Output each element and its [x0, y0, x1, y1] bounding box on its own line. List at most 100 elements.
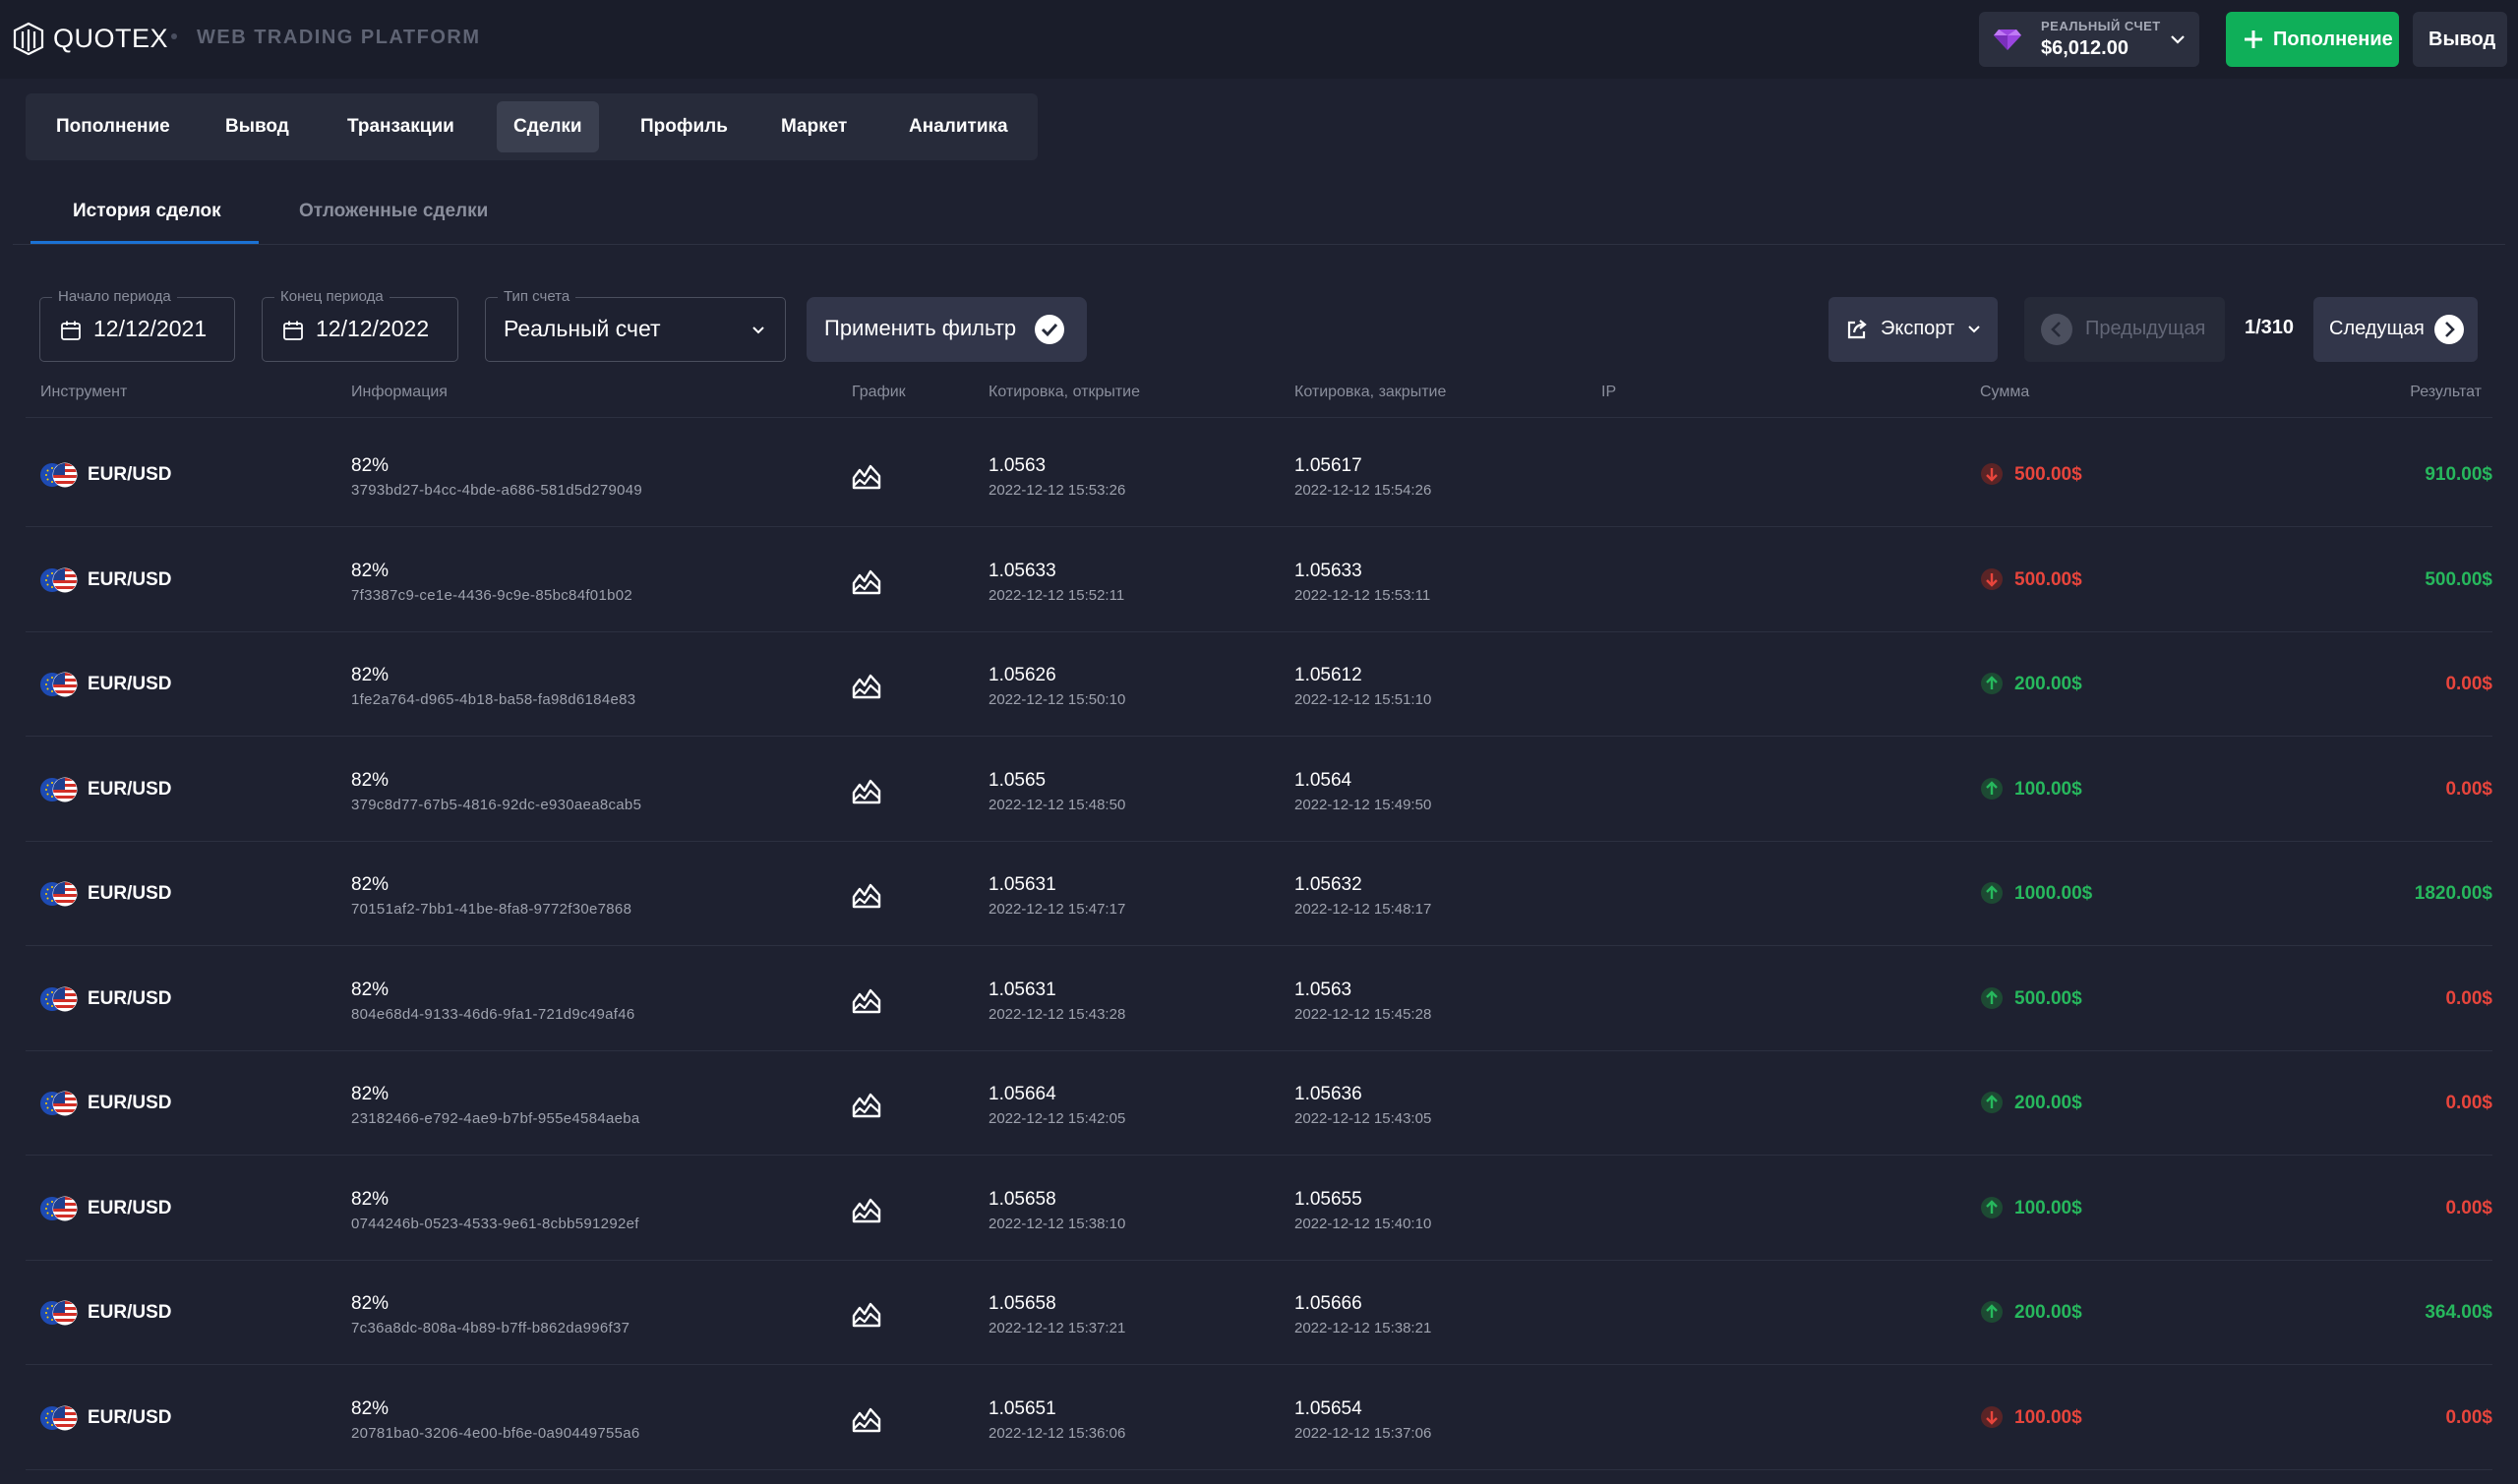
table-row[interactable]: EUR/USD 82% 7f3387c9-ce1e-4436-9c9e-85bc…	[26, 528, 2492, 632]
nav-item-transactions[interactable]: Транзакции	[330, 101, 471, 152]
eur-usd-flag-icon	[40, 881, 78, 907]
trade-result: 0.00$	[2445, 1197, 2492, 1218]
open-quote: 1.05658	[989, 1293, 1056, 1314]
close-time: 2022-12-12 15:45:28	[1294, 1005, 1432, 1023]
nav-item-market[interactable]: Маркет	[764, 101, 864, 152]
withdraw-label: Вывод	[2428, 29, 2496, 50]
chevron-right-icon	[2434, 315, 2464, 344]
diamond-icon	[1994, 30, 2021, 50]
arrow-up-icon	[1981, 777, 2003, 800]
nav-item-deposit[interactable]: Пополнение	[39, 101, 187, 152]
column-header-chart: График	[852, 384, 906, 400]
export-icon	[1847, 320, 1867, 339]
chart-icon[interactable]	[852, 1091, 881, 1118]
payout-percent: 82%	[351, 769, 390, 791]
previous-page-button[interactable]: Предыдущая	[2024, 297, 2225, 362]
account-switcher[interactable]: РЕАЛЬНЫЙ СЧЕТ $6,012.00	[1979, 12, 2199, 67]
open-time: 2022-12-12 15:36:06	[989, 1424, 1126, 1442]
header-withdraw-button[interactable]: Вывод	[2413, 12, 2507, 67]
column-header-instrument: Инструмент	[40, 384, 128, 400]
nav-item-profile[interactable]: Профиль	[624, 101, 745, 152]
table-row[interactable]: EUR/USD 82% 379c8d77-67b5-4816-92dc-e930…	[26, 738, 2492, 842]
brand-separator	[171, 33, 177, 39]
header-deposit-button[interactable]: Пополнение	[2226, 12, 2399, 67]
account-type-select[interactable]: Тип счета Реальный счет	[485, 288, 786, 362]
tab-pending-trades[interactable]: Отложенные сделки	[299, 201, 488, 222]
close-time: 2022-12-12 15:38:21	[1294, 1320, 1432, 1336]
nav-item-trades[interactable]: Сделки	[497, 101, 599, 152]
chart-icon[interactable]	[852, 777, 881, 804]
open-quote: 1.05633	[989, 560, 1056, 581]
arrow-up-icon	[1981, 986, 2003, 1009]
table-row[interactable]: EUR/USD 82% 70151af2-7bb1-41be-8fa8-9772…	[26, 842, 2492, 946]
table-row[interactable]: EUR/USD 82% 804e68d4-9133-46d6-9fa1-721d…	[26, 947, 2492, 1051]
export-button[interactable]: Экспорт	[1829, 297, 1998, 362]
instrument-name: EUR/USD	[88, 883, 172, 904]
arrow-up-icon	[1981, 1092, 2003, 1113]
trade-amount: 100.00$	[2014, 1197, 2082, 1218]
trade-id: 0744246b-0523-4533-9e61-8cbb591292ef	[351, 1215, 639, 1232]
next-page-button[interactable]: Следущая	[2313, 297, 2478, 362]
chart-icon[interactable]	[852, 1196, 881, 1223]
chart-icon[interactable]	[852, 462, 881, 490]
arrow-down-icon	[1981, 1405, 2003, 1428]
next-page-label: Следущая	[2329, 318, 2425, 339]
open-quote: 1.05651	[989, 1397, 1056, 1419]
table-row[interactable]: EUR/USD 82% 3793bd27-b4cc-4bde-a686-581d…	[26, 423, 2492, 527]
account-type-select-value: Реальный счет	[504, 316, 661, 341]
eur-usd-flag-icon	[40, 1405, 78, 1430]
chevron-down-icon	[752, 326, 764, 334]
trade-id: 20781ba0-3206-4e00-bf6e-0a90449755a6	[351, 1424, 640, 1442]
apply-filter-button[interactable]: Применить фильтр	[807, 297, 1087, 362]
table-row[interactable]: EUR/USD 82% 23182466-e792-4ae9-b7bf-955e…	[26, 1051, 2492, 1156]
close-quote: 1.0564	[1294, 769, 1352, 791]
top-bar: QUOTEX WEB TRADING PLATFORM РЕАЛЬНЫЙ СЧЕ…	[0, 0, 2518, 79]
open-quote: 1.05664	[989, 1084, 1056, 1104]
chart-icon[interactable]	[852, 672, 881, 699]
open-time: 2022-12-12 15:47:17	[989, 901, 1126, 918]
row-divider	[26, 1468, 2492, 1470]
start-date-value: 12/12/2021	[93, 316, 208, 341]
chart-icon[interactable]	[852, 567, 881, 595]
deposit-label: Пополнение	[2273, 29, 2393, 50]
table-row[interactable]: EUR/USD 82% 7c36a8dc-808a-4b89-b7ff-b862…	[26, 1261, 2492, 1365]
column-header-result: Результат	[2410, 384, 2482, 400]
close-time: 2022-12-12 15:40:10	[1294, 1215, 1432, 1232]
instrument-name: EUR/USD	[88, 778, 172, 800]
column-header-info: Информация	[351, 384, 448, 400]
trade-id: 70151af2-7bb1-41be-8fa8-9772f30e7868	[351, 901, 632, 918]
quotex-logo-icon[interactable]	[12, 22, 45, 55]
chart-icon[interactable]	[852, 1405, 881, 1433]
table-header-divider	[26, 417, 2492, 418]
trade-amount: 500.00$	[2014, 464, 2082, 485]
trade-result: 0.00$	[2445, 987, 2492, 1009]
chart-icon[interactable]	[852, 1300, 881, 1328]
start-date-field[interactable]: Начало периода 12/12/2021	[39, 288, 235, 362]
open-quote: 1.05631	[989, 979, 1056, 1000]
trade-amount: 500.00$	[2014, 987, 2082, 1009]
trade-amount: 1000.00$	[2014, 883, 2093, 904]
nav-item-analytics[interactable]: Аналитика	[892, 101, 1025, 152]
nav-item-withdraw[interactable]: Вывод	[209, 101, 306, 152]
open-quote: 1.05626	[989, 665, 1056, 685]
trade-result: 364.00$	[2425, 1302, 2492, 1323]
column-header-close-quote: Котировка, закрытие	[1294, 384, 1447, 400]
apply-filter-label: Применить фильтр	[824, 316, 1017, 340]
close-time: 2022-12-12 15:48:17	[1294, 901, 1432, 918]
trade-result: 500.00$	[2425, 568, 2492, 590]
close-quote: 1.05636	[1294, 1084, 1362, 1104]
tab-trade-history[interactable]: История сделок	[73, 201, 221, 222]
table-row[interactable]: EUR/USD 82% 1fe2a764-d965-4b18-ba58-fa98…	[26, 632, 2492, 737]
payout-percent: 82%	[351, 874, 390, 895]
end-date-field[interactable]: Конец периода 12/12/2022	[262, 288, 458, 362]
chart-icon[interactable]	[852, 986, 881, 1014]
chevron-down-icon	[1968, 326, 1980, 333]
arrow-up-icon	[1981, 1301, 2003, 1323]
table-row[interactable]: EUR/USD 82% 0744246b-0523-4533-9e61-8cbb…	[26, 1157, 2492, 1261]
brand-name[interactable]: QUOTEX	[53, 24, 168, 54]
close-time: 2022-12-12 15:51:10	[1294, 691, 1432, 708]
chart-icon[interactable]	[852, 881, 881, 909]
table-row[interactable]: EUR/USD 82% 20781ba0-3206-4e00-bf6e-0a90…	[26, 1366, 2492, 1470]
close-quote: 1.05655	[1294, 1188, 1362, 1210]
trade-amount: 200.00$	[2014, 1302, 2082, 1323]
